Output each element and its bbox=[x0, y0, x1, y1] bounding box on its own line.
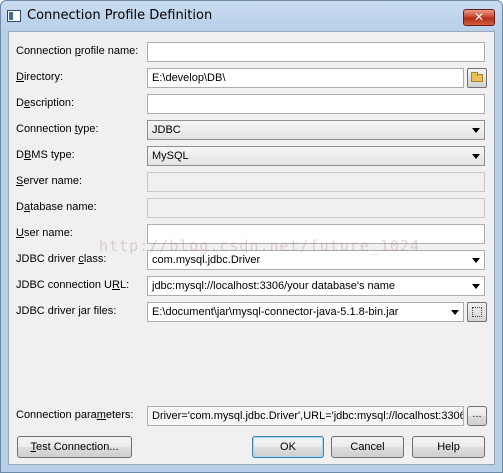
dbms-type-select[interactable]: MySQL bbox=[147, 146, 485, 166]
profile-name-input[interactable] bbox=[147, 42, 485, 62]
connection-type-label: Connection type: bbox=[16, 123, 99, 135]
jdbc-connection-url-combo[interactable]: jdbc:mysql://localhost:3306/your databas… bbox=[147, 276, 485, 296]
jdbc-driver-jar-value: E:\document\jar\mysql-connector-java-5.1… bbox=[152, 306, 399, 318]
connection-parameters-input[interactable]: Driver='com.mysql.jdbc.Driver',URL='jdbc… bbox=[147, 406, 464, 426]
jdbc-driver-class-combo[interactable]: com.mysql.jdbc.Driver bbox=[147, 250, 485, 270]
select-files-icon bbox=[472, 307, 482, 317]
description-label: Description: bbox=[16, 97, 75, 109]
browse-jar-button[interactable] bbox=[467, 302, 487, 322]
jdbc-connection-url-value: jdbc:mysql://localhost:3306/your databas… bbox=[152, 280, 396, 292]
test-connection-button[interactable]: Test Connection... bbox=[17, 436, 132, 458]
jdbc-connection-url-label: JDBC connection URL: bbox=[16, 279, 130, 291]
dbms-type-label: DBMS type: bbox=[16, 149, 75, 161]
user-name-input[interactable] bbox=[147, 224, 485, 244]
jdbc-driver-class-label: JDBC driver class: bbox=[16, 253, 107, 265]
connection-parameters-label: Connection parameters: bbox=[16, 409, 134, 421]
chevron-down-icon bbox=[472, 154, 480, 159]
directory-input[interactable]: E:\develop\DB\ bbox=[147, 68, 464, 88]
window-icon bbox=[7, 10, 21, 22]
connection-type-select[interactable]: JDBC bbox=[147, 120, 485, 140]
description-input[interactable] bbox=[147, 94, 485, 114]
folder-icon bbox=[471, 72, 483, 82]
chevron-down-icon bbox=[472, 284, 480, 289]
chevron-down-icon bbox=[451, 310, 459, 315]
database-name-label: Database name: bbox=[16, 201, 97, 213]
jdbc-driver-jar-combo[interactable]: E:\document\jar\mysql-connector-java-5.1… bbox=[147, 302, 464, 322]
edit-parameters-button[interactable]: ... bbox=[467, 406, 487, 426]
profile-name-label: Connection profile name: bbox=[16, 45, 139, 57]
browse-directory-button[interactable] bbox=[467, 68, 487, 88]
jdbc-driver-class-value: com.mysql.jdbc.Driver bbox=[152, 254, 261, 266]
connection-type-value: JDBC bbox=[152, 124, 181, 136]
chevron-down-icon bbox=[472, 258, 480, 263]
close-button[interactable]: ✕ bbox=[463, 9, 495, 26]
dbms-type-value: MySQL bbox=[152, 150, 189, 162]
title-bar[interactable]: Connection Profile Definition ✕ bbox=[1, 1, 502, 31]
server-name-label: Server name: bbox=[16, 175, 83, 187]
user-name-label: User name: bbox=[16, 227, 73, 239]
database-name-input bbox=[147, 198, 485, 218]
cancel-button[interactable]: Cancel bbox=[331, 436, 404, 458]
directory-label: Directory: bbox=[16, 71, 64, 83]
jdbc-driver-jar-label: JDBC driver jar files: bbox=[16, 305, 117, 317]
help-button[interactable]: Help bbox=[412, 436, 485, 458]
dialog-title: Connection Profile Definition bbox=[27, 8, 213, 23]
ok-button[interactable]: OK bbox=[252, 436, 324, 458]
dialog-body: Connection profile name: Directory: E:\d… bbox=[8, 31, 495, 465]
dialog-window: Connection Profile Definition ✕ Connecti… bbox=[0, 0, 503, 473]
server-name-input bbox=[147, 172, 485, 192]
chevron-down-icon bbox=[472, 128, 480, 133]
